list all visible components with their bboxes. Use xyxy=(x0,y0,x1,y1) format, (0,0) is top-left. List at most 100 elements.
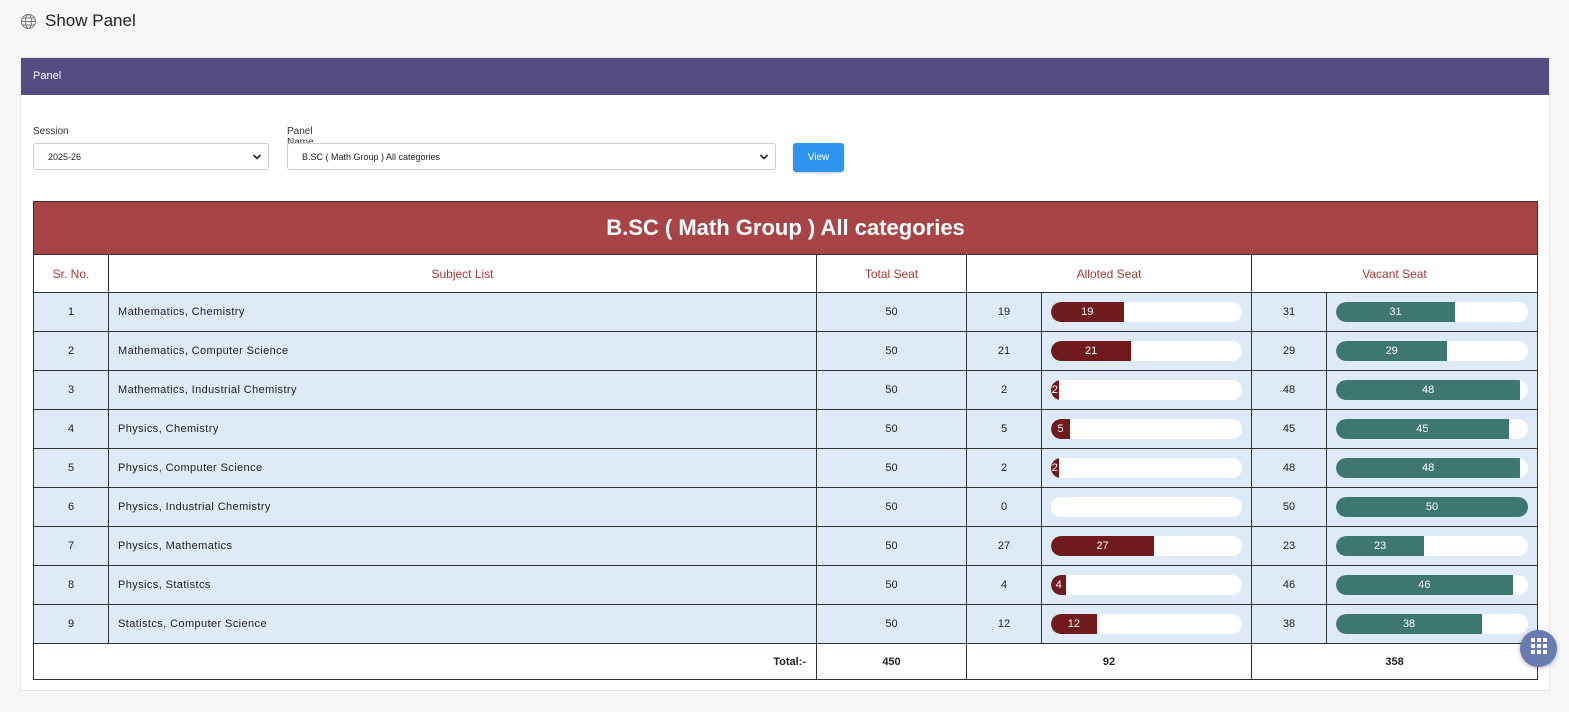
sr-no-cell: 2 xyxy=(33,331,109,371)
total-seat-cell: 50 xyxy=(816,565,967,605)
vacant-progress-bar: 38 xyxy=(1336,614,1482,634)
column-header-sr: Sr. No. xyxy=(33,254,109,293)
session-select[interactable]: 2025-26 xyxy=(33,143,269,170)
vacant-seat-cell: 38 xyxy=(1251,604,1327,644)
vacant-seat-cell: 45 xyxy=(1251,409,1327,449)
table-row: 4 Physics, Chemistry 50 5 5 45 45 xyxy=(33,409,1539,449)
total-seat-cell: 50 xyxy=(816,292,967,332)
alloted-progress-cell: 5 xyxy=(1041,409,1252,449)
alloted-progress-bar: 2 xyxy=(1051,458,1059,478)
sr-no-cell: 5 xyxy=(33,448,109,488)
sr-no-cell: 6 xyxy=(33,487,109,527)
alloted-progress-cell: 2 xyxy=(1041,448,1252,488)
alloted-seat-cell: 0 xyxy=(966,487,1042,527)
alloted-seat-cell: 21 xyxy=(966,331,1042,371)
panel-name-select[interactable]: B.SC ( Math Group ) All categories xyxy=(287,143,776,170)
subject-cell: Mathematics, Industrial Chemistry xyxy=(108,370,817,410)
alloted-seat-sum: 92 xyxy=(966,643,1252,680)
alloted-progress-cell: 21 xyxy=(1041,331,1252,371)
total-row: Total:- 450 92 358 xyxy=(33,643,1539,680)
panel-card-header: Panel xyxy=(21,58,1549,95)
panel-card: Panel Session 2025-26 Panel Name B.SC ( … xyxy=(20,57,1550,691)
sr-no-cell: 3 xyxy=(33,370,109,410)
alloted-progress-bar: 5 xyxy=(1051,419,1071,439)
alloted-seat-cell: 19 xyxy=(966,292,1042,332)
vacant-seat-cell: 46 xyxy=(1251,565,1327,605)
globe-icon xyxy=(20,13,37,30)
vacant-progress-track: 48 xyxy=(1336,380,1529,400)
table-row: 5 Physics, Computer Science 50 2 2 48 48 xyxy=(33,448,1539,488)
vacant-progress-cell: 48 xyxy=(1325,370,1539,410)
column-header-alloted: Alloted Seat xyxy=(966,254,1252,293)
grid-menu-icon xyxy=(1530,637,1548,660)
total-seat-cell: 50 xyxy=(816,487,967,527)
grid-menu-button[interactable] xyxy=(1520,630,1557,667)
vacant-progress-cell: 45 xyxy=(1325,409,1539,449)
subject-cell: Statistcs, Computer Science xyxy=(108,604,817,644)
total-label: Total:- xyxy=(33,643,817,680)
vacant-progress-bar: 46 xyxy=(1336,575,1513,595)
alloted-progress-track: 27 xyxy=(1051,536,1242,556)
table-row: 9 Statistcs, Computer Science 50 12 12 38 38 xyxy=(33,604,1539,644)
subject-cell: Physics, Chemistry xyxy=(108,409,817,449)
vacant-progress-cell: 46 xyxy=(1325,565,1539,605)
session-label: Session xyxy=(33,126,69,137)
vacant-progress-cell: 38 xyxy=(1325,604,1539,644)
vacant-progress-bar: 50 xyxy=(1336,497,1529,517)
seat-table-wrapper: B.SC ( Math Group ) All categories Sr. N… xyxy=(32,201,1539,680)
subject-cell: Mathematics, Chemistry xyxy=(108,292,817,332)
panel-name-value: B.SC ( Math Group ) All categories xyxy=(302,151,441,162)
total-seat-cell: 50 xyxy=(816,604,967,644)
subject-cell: Physics, Computer Science xyxy=(108,448,817,488)
subject-cell: Mathematics, Computer Science xyxy=(108,331,817,371)
alloted-progress-track: 12 xyxy=(1051,614,1242,634)
table-row: 2 Mathematics, Computer Science 50 21 21 29 29 xyxy=(33,331,1539,371)
vacant-progress-bar: 31 xyxy=(1336,302,1456,322)
alloted-progress-bar: 4 xyxy=(1051,575,1067,595)
column-header-total: Total Seat xyxy=(816,254,967,293)
alloted-progress-cell: 19 xyxy=(1041,292,1252,332)
vacant-progress-track: 38 xyxy=(1336,614,1529,634)
alloted-progress-track: 2 xyxy=(1051,458,1242,478)
vacant-progress-cell: 31 xyxy=(1325,292,1539,332)
page-title: Show Panel xyxy=(45,11,136,30)
subject-cell: Physics, Mathematics xyxy=(108,526,817,566)
total-seat-sum: 450 xyxy=(816,643,967,680)
session-value: 2025-26 xyxy=(48,151,82,162)
alloted-progress-bar: 2 xyxy=(1051,380,1059,400)
chevron-down-icon xyxy=(759,152,769,164)
alloted-seat-cell: 27 xyxy=(966,526,1042,566)
alloted-progress-track: 2 xyxy=(1051,380,1242,400)
table-row: 1 Mathematics, Chemistry 50 19 19 31 31 xyxy=(33,292,1539,332)
sr-no-cell: 4 xyxy=(33,409,109,449)
alloted-progress-bar: 27 xyxy=(1051,536,1155,556)
alloted-progress-cell: 12 xyxy=(1041,604,1252,644)
alloted-progress-track xyxy=(1051,497,1242,517)
alloted-seat-cell: 12 xyxy=(966,604,1042,644)
vacant-progress-cell: 48 xyxy=(1325,448,1539,488)
table-row: 7 Physics, Mathematics 50 27 27 23 23 xyxy=(33,526,1539,566)
alloted-progress-bar: 12 xyxy=(1051,614,1097,634)
alloted-seat-cell: 5 xyxy=(966,409,1042,449)
alloted-progress-cell: 2 xyxy=(1041,370,1252,410)
column-header-vacant: Vacant Seat xyxy=(1250,254,1539,293)
vacant-seat-cell: 48 xyxy=(1251,448,1327,488)
total-seat-cell: 50 xyxy=(816,331,967,371)
sr-no-cell: 1 xyxy=(33,292,109,332)
seat-table: B.SC ( Math Group ) All categories Sr. N… xyxy=(32,201,1539,680)
vacant-progress-track: 46 xyxy=(1336,575,1529,595)
vacant-seat-sum: 358 xyxy=(1250,643,1539,680)
table-body: 1 Mathematics, Chemistry 50 19 19 31 31 2 Mathem… xyxy=(33,292,1539,644)
alloted-progress-track: 5 xyxy=(1051,419,1242,439)
sr-no-cell: 9 xyxy=(33,604,109,644)
vacant-progress-track: 23 xyxy=(1336,536,1529,556)
vacant-progress-track: 50 xyxy=(1336,497,1529,517)
alloted-progress-cell: 27 xyxy=(1041,526,1252,566)
table-row: 8 Physics, Statistcs 50 4 4 46 46 xyxy=(33,565,1539,605)
vacant-progress-track: 31 xyxy=(1336,302,1529,322)
alloted-progress-cell xyxy=(1041,487,1252,527)
alloted-progress-bar: 19 xyxy=(1051,302,1124,322)
view-button[interactable]: View xyxy=(793,143,844,172)
vacant-progress-bar: 48 xyxy=(1336,380,1521,400)
vacant-progress-track: 45 xyxy=(1336,419,1529,439)
